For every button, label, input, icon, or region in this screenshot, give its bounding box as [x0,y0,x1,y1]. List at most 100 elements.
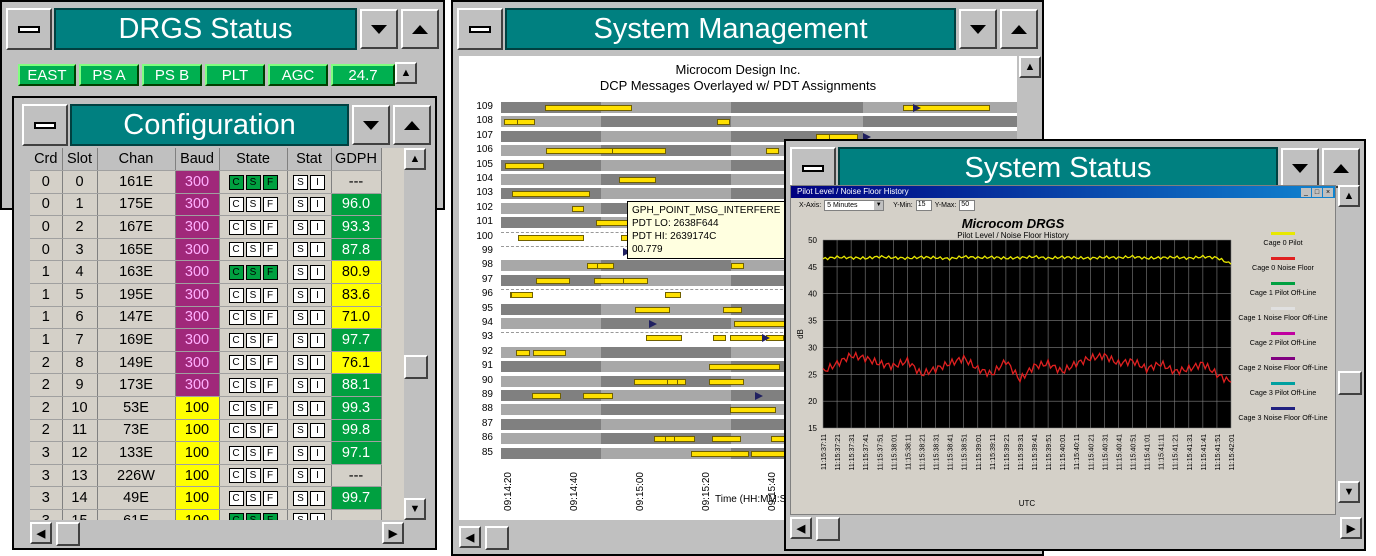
dcp-message-bar[interactable] [511,292,533,299]
dcp-marker-icon[interactable] [755,392,763,400]
scroll-thumb[interactable] [56,522,80,546]
table-row[interactable]: 1 6 147E 300 C S F S I 71.0 [30,306,382,330]
state-flag-c[interactable]: C [228,400,244,416]
dcp-message-bar[interactable] [674,436,695,443]
dcp-message-bar[interactable] [583,393,613,399]
stat-flag-i[interactable]: I [310,445,325,461]
state-flag-f[interactable]: F [262,513,278,520]
state-flag-s[interactable]: S [245,264,261,280]
state-flag-s[interactable]: S [245,355,261,371]
minimize-button[interactable] [352,105,390,145]
system-status-hscrollbar[interactable]: ◀ ▶ [790,517,1362,541]
configuration-hscrollbar[interactable]: ◀ ▶ [30,522,404,546]
dcp-message-bar[interactable] [646,335,682,342]
table-row[interactable]: 3 13 226W 100 C S F S I --- [30,464,382,488]
state-flag-s[interactable]: S [245,445,261,461]
stat-flag-s[interactable]: S [293,377,308,393]
scroll-up-button[interactable]: ▲ [404,148,426,170]
state-flag-f[interactable]: F [262,332,278,348]
dcp-message-bar[interactable] [691,450,749,457]
state-flag-c[interactable]: C [228,513,244,520]
state-flag-s[interactable]: S [245,468,261,484]
state-flag-s[interactable]: S [245,423,261,439]
state-flag-f[interactable]: F [262,400,278,416]
dcp-message-bar[interactable] [572,205,584,212]
stat-flag-i[interactable]: I [310,287,325,303]
dcp-marker-icon[interactable] [649,320,657,328]
dcp-message-bar[interactable] [723,306,742,313]
stat-flag-i[interactable]: I [310,197,325,213]
state-flag-c[interactable]: C [228,355,244,371]
stat-flag-s[interactable]: S [293,423,308,439]
system-menu-button[interactable] [457,8,503,50]
dcp-message-bar[interactable] [730,407,776,414]
scroll-up-button[interactable]: ▲ [1338,185,1360,207]
state-flag-c[interactable]: C [228,468,244,484]
dcp-message-bar[interactable] [536,277,570,284]
dcp-message-bar[interactable] [597,263,614,270]
state-flag-f[interactable]: F [262,219,278,235]
col-header-state[interactable]: State [219,148,288,172]
system-status-vscrollbar[interactable]: ▲ ▼ [1338,185,1362,515]
state-flag-f[interactable]: F [262,377,278,393]
state-flag-c[interactable]: C [228,423,244,439]
dcp-message-bar[interactable] [533,349,566,356]
stat-flag-i[interactable]: I [310,219,325,235]
table-row[interactable]: 31561E100CSFSI--- [30,509,382,520]
scroll-down-button[interactable]: ▼ [404,498,426,520]
scroll-thumb[interactable] [816,517,840,541]
state-flag-c[interactable]: C [228,219,244,235]
inner-max-button[interactable]: □ [1312,187,1322,197]
stat-flag-i[interactable]: I [310,174,325,190]
state-flag-c[interactable]: C [228,197,244,213]
system-menu-button[interactable] [6,8,52,50]
scroll-thumb[interactable] [404,355,428,379]
state-flag-f[interactable]: F [262,490,278,506]
minimize-button[interactable] [959,9,997,49]
state-flag-c[interactable]: C [228,332,244,348]
table-row[interactable]: 2 9 173E 300 C S F S I 88.1 [30,373,382,398]
dcp-message-bar[interactable] [518,234,584,241]
configuration-titlebar[interactable]: Configuration [22,102,431,148]
state-flag-c[interactable]: C [228,310,244,326]
state-flag-s[interactable]: S [245,287,261,303]
maximize-button[interactable] [1000,9,1038,49]
state-flag-f[interactable]: F [262,355,278,371]
state-flag-f[interactable]: F [262,310,278,326]
table-row[interactable]: 1 7 169E 300 C S F S I 97.7 [30,328,382,352]
scroll-left-button[interactable]: ◀ [459,526,481,548]
table-row[interactable]: 1 4 163E 300 C S F S I 80.9 [30,260,382,285]
table-row[interactable]: 0 2 167E 300 C S F S I 93.3 [30,215,382,239]
table-row[interactable]: 3 14 49E 100 C S F S I 99.7 [30,486,382,510]
stat-flag-i[interactable]: I [310,264,325,280]
scroll-up-button[interactable]: ▲ [1019,56,1041,78]
stat-flag-i[interactable]: I [310,513,325,520]
state-flag-f[interactable]: F [262,197,278,213]
dcp-message-bar[interactable] [619,177,656,183]
dcp-message-bar[interactable] [546,148,618,155]
dcp-message-bar[interactable] [594,277,624,284]
stat-flag-s[interactable]: S [293,264,308,280]
stat-flag-i[interactable]: I [310,423,325,439]
state-flag-s[interactable]: S [245,332,261,348]
state-flag-f[interactable]: F [262,174,278,190]
system-menu-button[interactable] [22,104,68,146]
dcp-message-bar[interactable] [766,148,779,155]
state-flag-s[interactable]: S [245,490,261,506]
dcp-message-bar[interactable] [612,148,666,155]
table-row[interactable]: 3 12 133E 100 C S F S I 97.1 [30,441,382,465]
state-flag-c[interactable]: C [228,174,244,190]
maximize-button[interactable] [1322,148,1360,188]
scroll-right-button[interactable]: ▶ [1340,517,1362,539]
dcp-message-bar[interactable] [545,105,632,111]
dcp-marker-icon[interactable] [762,334,770,343]
maximize-button[interactable] [393,105,431,145]
state-flag-c[interactable]: C [228,264,244,280]
stat-flag-s[interactable]: S [293,332,308,348]
dcp-message-bar[interactable] [709,378,744,385]
inner-titlebar[interactable]: Pilot Level / Noise Floor History _ □ × [791,186,1335,198]
table-row[interactable]: 0 0 161E 300 C S F S I --- [30,170,382,194]
state-flag-f[interactable]: F [262,287,278,303]
scroll-up-button[interactable]: ▲ [395,62,417,84]
stat-flag-s[interactable]: S [293,400,308,416]
